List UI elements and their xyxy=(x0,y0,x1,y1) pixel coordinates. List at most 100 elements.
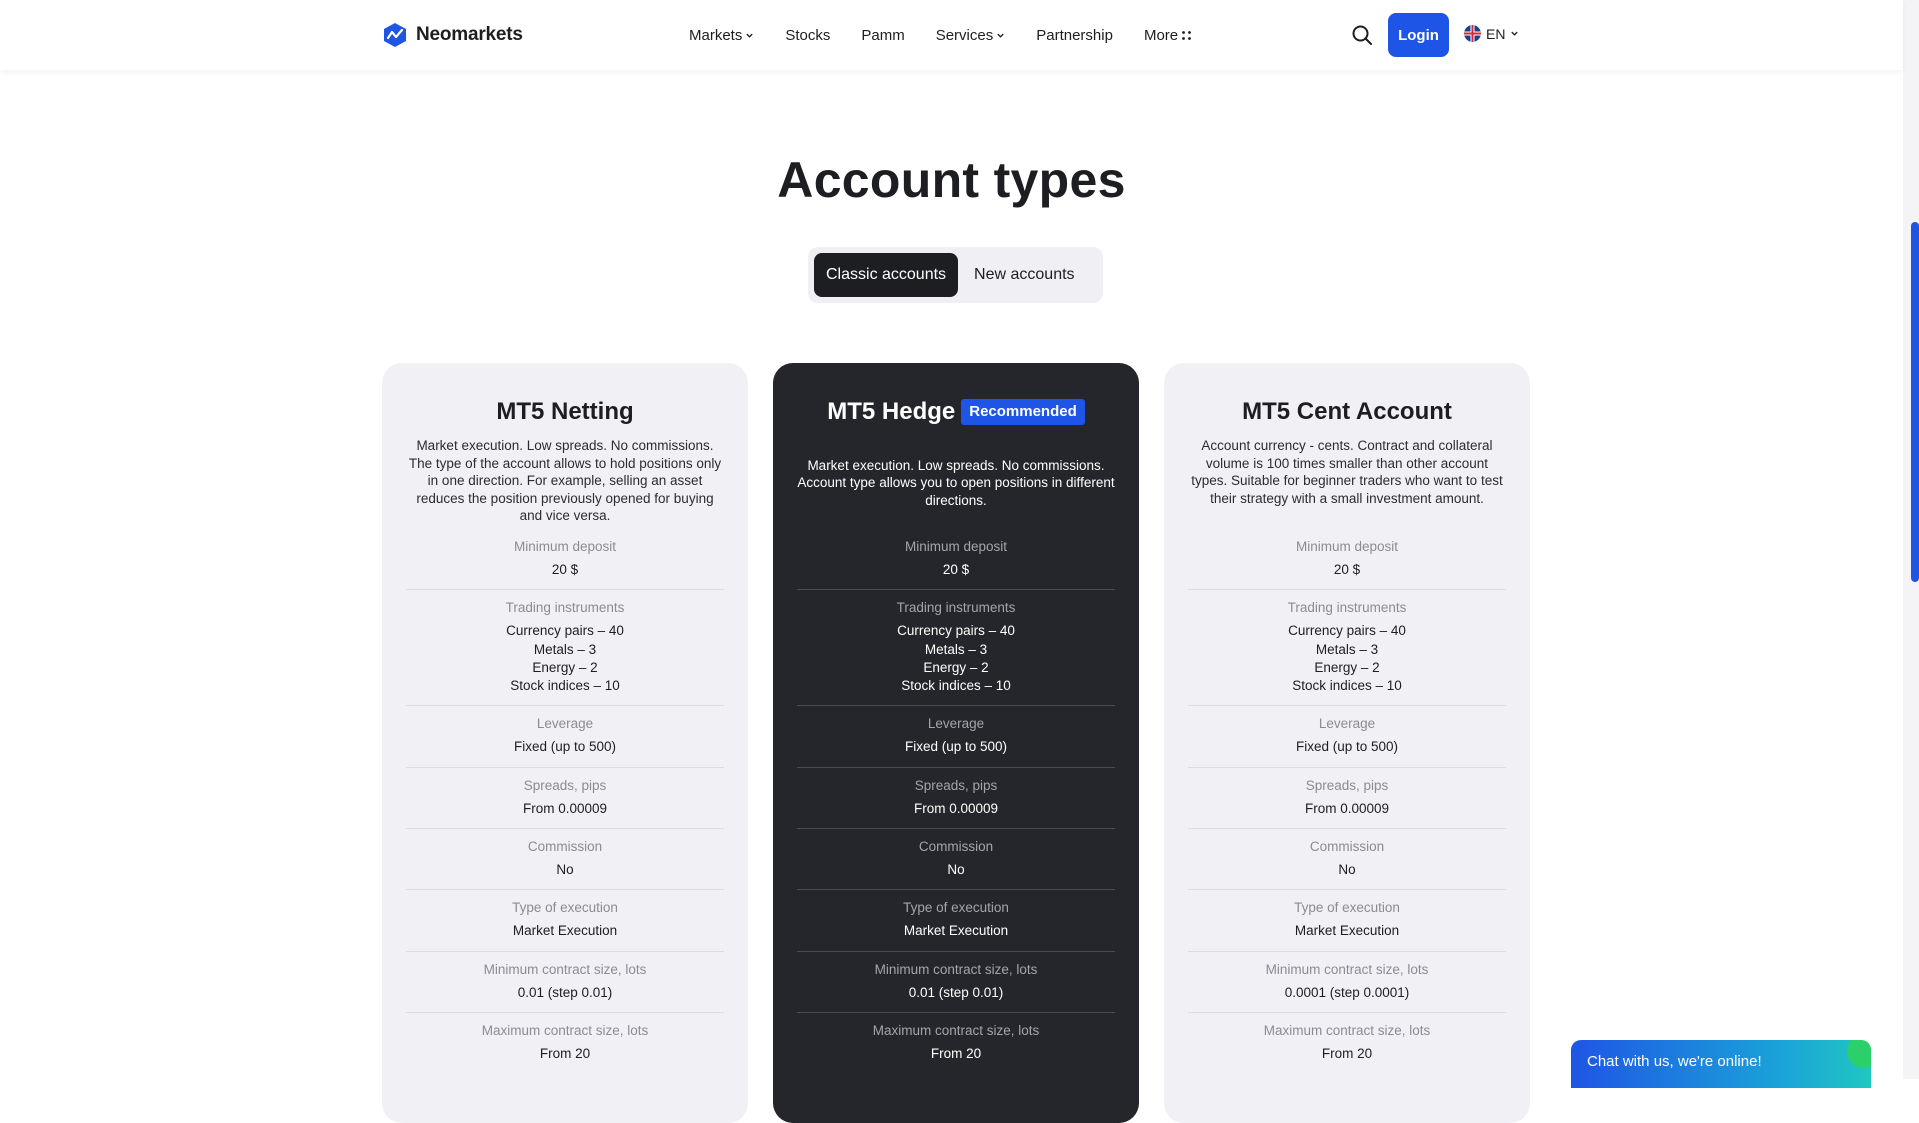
card-row: Spreads, pips From 0.00009 xyxy=(797,768,1115,830)
card-row: Spreads, pips From 0.00009 xyxy=(406,768,724,830)
row-value: 0.01 (step 0.01) xyxy=(517,984,613,1000)
row-label: Minimum contract size, lots xyxy=(483,961,647,977)
card-row: Minimum deposit 20 $ xyxy=(406,529,724,591)
card-row: Commission No xyxy=(1188,829,1506,891)
row-label: Commission xyxy=(1309,839,1385,855)
row-value: From 20 xyxy=(1321,1045,1373,1061)
nav-item-markets[interactable]: Markets xyxy=(689,24,754,46)
recommended-badge: Recommended xyxy=(961,399,1085,425)
card-description: Market execution. Low spreads. No commis… xyxy=(408,438,722,524)
row-label: Maximum contract size, lots xyxy=(481,1022,649,1038)
row-label: Spreads, pips xyxy=(914,777,998,793)
account-card-cent: MT5 Cent Account Account currency - cent… xyxy=(1164,363,1530,1123)
row-value: 0.0001 (step 0.0001) xyxy=(1284,984,1410,1000)
row-value: 20 $ xyxy=(1333,562,1361,577)
row-value: From 20 xyxy=(930,1045,982,1061)
row-label: Minimum contract size, lots xyxy=(874,961,1038,977)
card-row: Maximum contract size, lots From 20 xyxy=(1188,1013,1506,1073)
account-card-hedge: MT5 Hedge Recommended Market execution. … xyxy=(773,363,1139,1123)
row-value: From 0.00009 xyxy=(913,800,999,816)
row-label: Commission xyxy=(527,839,603,855)
card-title-text: MT5 Hedge xyxy=(827,398,956,425)
nav-item-label: Services xyxy=(935,26,994,44)
card-row: Type of execution Market Execution xyxy=(1188,890,1506,952)
row-value: From 20 xyxy=(539,1045,591,1061)
login-button[interactable]: Login xyxy=(1388,13,1449,57)
nav-item-label: Stocks xyxy=(785,26,831,44)
card-title: MT5 Cent Account xyxy=(1188,396,1506,428)
card-row: Leverage Fixed (up to 500) xyxy=(1188,706,1506,768)
nav-item-stocks[interactable]: Stocks xyxy=(785,24,830,46)
row-value: No xyxy=(947,862,965,878)
card-row: Minimum deposit 20 $ xyxy=(1188,529,1506,591)
card-row: Trading instruments Currency pairs – 40 M… xyxy=(1188,590,1506,707)
site-header: Neomarkets Markets Stocks Pamm Services … xyxy=(0,0,1903,70)
card-row: Minimum deposit 20 $ xyxy=(797,529,1115,591)
row-value: Fixed (up to 500) xyxy=(513,739,617,755)
online-status-icon xyxy=(1847,1040,1871,1068)
row-label: Trading instruments xyxy=(896,600,1016,616)
row-label: Spreads, pips xyxy=(523,777,607,793)
tab-classic-accounts[interactable]: Classic accounts xyxy=(814,253,959,297)
row-value: 0.01 (step 0.01) xyxy=(908,984,1004,1000)
row-value: 20 $ xyxy=(551,562,579,577)
row-value: Market Execution xyxy=(903,923,1009,939)
card-row: Commission No xyxy=(406,829,724,891)
row-label: Minimum deposit xyxy=(904,539,1008,554)
chat-widget[interactable]: Chat with us, we're online! xyxy=(1571,1040,1871,1088)
row-value: No xyxy=(1338,862,1356,878)
row-value: From 0.00009 xyxy=(522,800,608,816)
card-row: Leverage Fixed (up to 500) xyxy=(406,706,724,768)
neomarkets-logo-icon xyxy=(384,23,406,47)
card-row: Spreads, pips From 0.00009 xyxy=(1188,768,1506,830)
card-row: Maximum contract size, lots From 20 xyxy=(406,1013,724,1073)
row-label: Leverage xyxy=(1318,716,1376,732)
scrollbar-thumb[interactable] xyxy=(1911,222,1919,582)
row-label: Trading instruments xyxy=(505,600,625,616)
row-value: From 0.00009 xyxy=(1304,800,1390,816)
card-row: Maximum contract size, lots From 20 xyxy=(797,1013,1115,1073)
uk-flag-icon xyxy=(1464,25,1481,42)
nav-item-label: Pamm xyxy=(861,26,905,44)
card-row: Trading instruments Currency pairs – 40 M… xyxy=(797,590,1115,707)
row-value: Currency pairs – 40 Metals – 3 Energy – … xyxy=(897,623,1015,694)
logo[interactable]: Neomarkets xyxy=(382,22,523,48)
card-title: MT5 Hedge Recommended xyxy=(797,396,1115,428)
nav-item-partnership[interactable]: Partnership xyxy=(1036,24,1113,46)
nav-item-label: More xyxy=(1143,26,1179,44)
row-value: Fixed (up to 500) xyxy=(904,739,1008,755)
row-label: Maximum contract size, lots xyxy=(1263,1022,1431,1038)
account-tabs: Classic accounts New accounts xyxy=(808,247,1103,303)
tab-new-accounts[interactable]: New accounts xyxy=(962,253,1087,297)
row-label: Type of execution xyxy=(1294,900,1400,916)
grid-dots-icon xyxy=(1182,30,1192,40)
row-value: Market Execution xyxy=(512,923,618,939)
card-title-text: MT5 Cent Account xyxy=(1242,398,1452,425)
row-value: Currency pairs – 40 Metals – 3 Energy – … xyxy=(1288,623,1406,694)
nav-item-pamm[interactable]: Pamm xyxy=(861,24,904,46)
row-label: Maximum contract size, lots xyxy=(872,1022,1040,1038)
row-label: Type of execution xyxy=(903,900,1009,916)
card-title: MT5 Netting xyxy=(406,396,724,428)
row-label: Minimum deposit xyxy=(513,539,617,554)
row-label: Type of execution xyxy=(512,900,618,916)
account-card-netting: MT5 Netting Market execution. Low spread… xyxy=(382,363,748,1123)
page-title: Account types xyxy=(777,152,1126,208)
nav-item-more[interactable]: More xyxy=(1144,24,1192,46)
row-value: Currency pairs – 40 Metals – 3 Energy – … xyxy=(506,623,624,694)
row-label: Minimum contract size, lots xyxy=(1265,961,1429,977)
row-label: Minimum deposit xyxy=(1295,539,1399,554)
nav-item-services[interactable]: Services xyxy=(936,24,1006,46)
row-value: Market Execution xyxy=(1294,923,1400,939)
brand-name: Neomarkets xyxy=(416,24,523,45)
row-label: Commission xyxy=(918,839,994,855)
card-row: Minimum contract size, lots 0.01 (step 0.… xyxy=(797,952,1115,1013)
nav-item-label: Partnership xyxy=(1036,26,1113,44)
card-description: Account currency - cents. Contract and c… xyxy=(1191,438,1503,506)
search-icon[interactable] xyxy=(1351,24,1373,46)
card-row: Type of execution Market Execution xyxy=(406,890,724,952)
row-label: Leverage xyxy=(927,716,985,732)
language-selector[interactable]: EN xyxy=(1464,25,1519,42)
card-row: Minimum contract size, lots 0.01 (step 0.… xyxy=(406,952,724,1013)
card-rows: Minimum deposit 20 $ Trading instruments Cu… xyxy=(406,529,724,1073)
